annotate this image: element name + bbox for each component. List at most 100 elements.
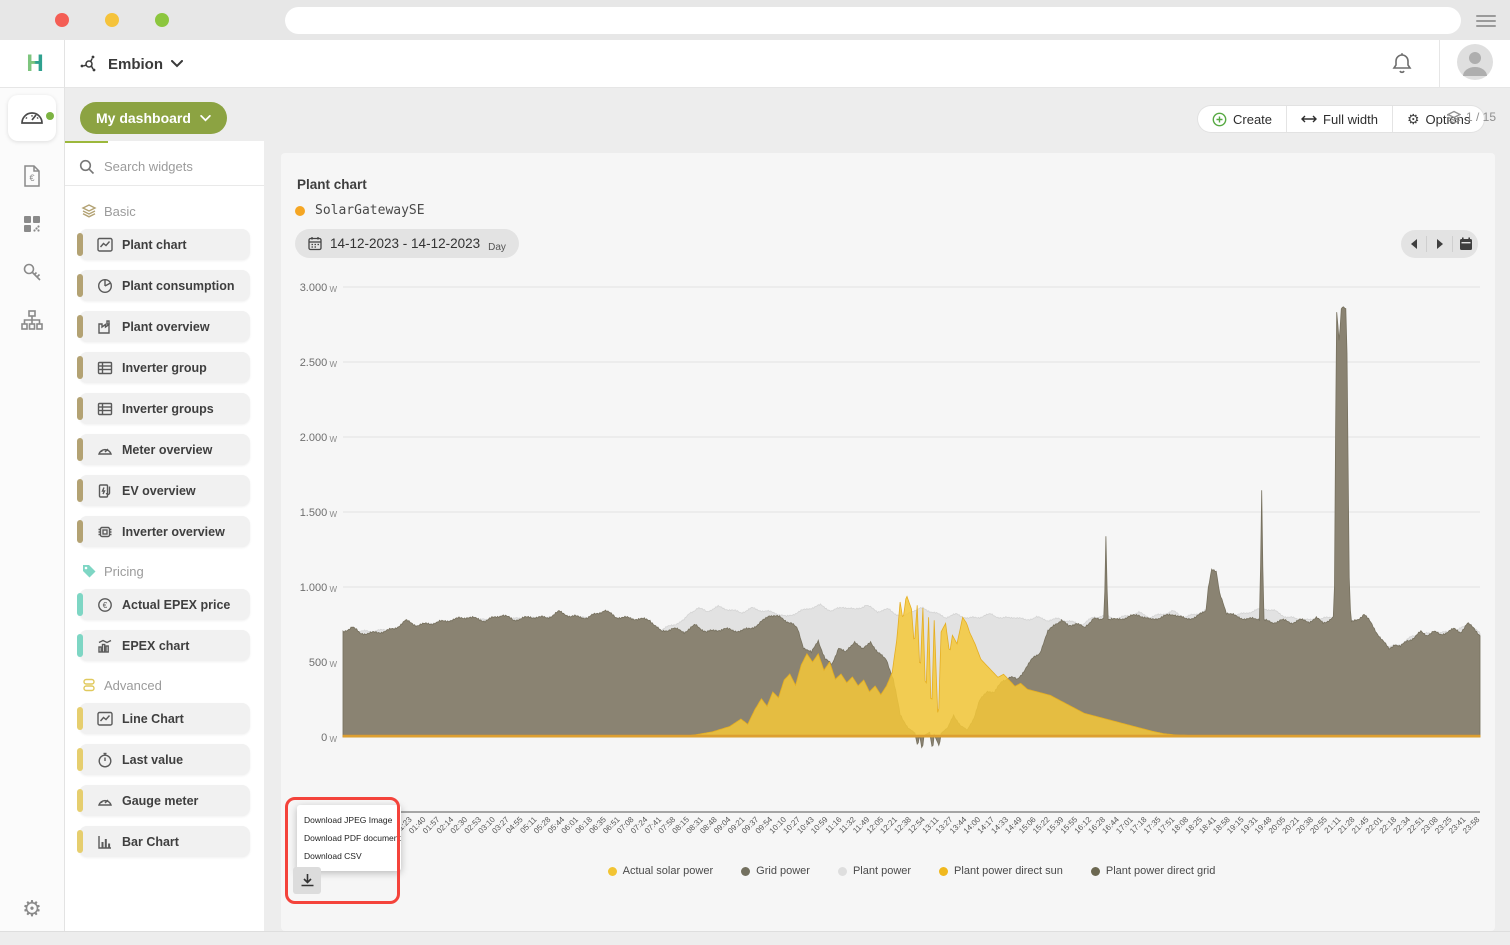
rail-item-widgets[interactable]: [0, 200, 64, 248]
legend-item-plant-power[interactable]: Plant power: [838, 865, 911, 877]
widget-card-gauge-meter[interactable]: Gauge meter: [79, 785, 250, 816]
legend-item-grid-power[interactable]: Grid power: [741, 865, 810, 877]
dashboard-pager[interactable]: 1 / 15: [1447, 110, 1496, 124]
create-button[interactable]: Create: [1198, 106, 1286, 132]
gear-icon: ⚙: [1407, 111, 1420, 128]
dashboard-actions: Create Full width ⚙ Options: [1198, 106, 1484, 132]
legend-label: Grid power: [756, 865, 810, 877]
card-accent: [77, 356, 83, 379]
legend-dot: [741, 867, 750, 876]
rail-item-settings[interactable]: ⚙: [0, 885, 64, 933]
prev-period-button[interactable]: [1401, 230, 1426, 258]
search-input[interactable]: [104, 159, 254, 174]
coin-icon: €: [97, 597, 113, 613]
calendar-icon: [308, 236, 322, 251]
date-range-picker[interactable]: 14-12-2023 - 14-12-2023 Day: [295, 229, 519, 258]
window-close-button[interactable]: [55, 13, 69, 27]
widget-search[interactable]: [65, 148, 264, 186]
rail-item-invoices[interactable]: €: [0, 152, 64, 200]
widget-card-label: Inverter overview: [122, 525, 225, 539]
legend-dot: [608, 867, 617, 876]
legend-item-plant-power-direct-grid[interactable]: Plant power direct grid: [1091, 865, 1215, 877]
calendar-filled-icon: [1459, 237, 1473, 251]
svg-text:€: €: [29, 173, 34, 183]
widget-card-ev-overview[interactable]: EV overview: [79, 475, 250, 506]
search-icon: [79, 159, 95, 175]
full-width-label: Full width: [1323, 112, 1378, 127]
app-header: H Embion: [0, 40, 1510, 88]
widget-card-label: EPEX chart: [122, 639, 189, 653]
legend-item-actual-solar-power[interactable]: Actual solar power: [608, 865, 714, 877]
chevron-down-icon: [171, 60, 183, 68]
browser-menu-icon[interactable]: [1476, 12, 1496, 28]
download-button[interactable]: [293, 867, 321, 894]
widget-card-bar-chart[interactable]: Bar Chart: [79, 826, 250, 857]
card-accent: [77, 634, 83, 657]
dashboard-gauge-icon[interactable]: [0, 94, 64, 142]
widget-card-line-chart[interactable]: Line Chart: [79, 703, 250, 734]
org-switcher[interactable]: Embion: [78, 50, 183, 78]
widget-card-label: Actual EPEX price: [122, 598, 230, 612]
legend-label: Plant power direct grid: [1106, 865, 1215, 877]
org-name: Embion: [108, 56, 163, 73]
svg-text:2.500 W: 2.500 W: [300, 357, 338, 369]
table-icon: [97, 401, 113, 417]
download-menu-item-download-jpeg-image[interactable]: Download JPEG Image: [297, 811, 401, 829]
widget-card-inverter-groups[interactable]: Inverter groups: [79, 393, 250, 424]
arrow-left-icon: [1410, 239, 1418, 249]
device-status-dot: [295, 206, 305, 216]
legend-dot: [838, 867, 847, 876]
legend-label: Plant power: [853, 865, 911, 877]
layers-icon: [1447, 110, 1461, 124]
widget-card-inverter-overview[interactable]: Inverter overview: [79, 516, 250, 547]
meter-icon: [97, 793, 113, 809]
card-accent: [77, 479, 83, 502]
network-icon: [78, 53, 100, 75]
download-menu: Download JPEG ImageDownload PDF document…: [297, 805, 401, 871]
section-header-pricing: Pricing: [81, 563, 264, 579]
widget-card-plant-chart[interactable]: Plant chart: [79, 229, 250, 260]
notifications-bell-icon[interactable]: [1391, 52, 1413, 76]
card-accent: [77, 830, 83, 853]
user-avatar[interactable]: [1456, 43, 1494, 86]
svg-text:3.000 W: 3.000 W: [300, 282, 338, 294]
plant-chart-canvas[interactable]: 3.000 W2.500 W2.000 W1.500 W1.000 W500 W…: [281, 153, 1495, 931]
calendar-picker-button[interactable]: [1453, 230, 1478, 258]
address-bar[interactable]: [285, 7, 1461, 34]
window-zoom-button[interactable]: [155, 13, 169, 27]
pager-label: 1 / 15: [1466, 110, 1496, 124]
widget-card-plant-consumption[interactable]: Plant consumption: [79, 270, 250, 301]
arrows-horizontal-icon: [1301, 114, 1317, 124]
dashboard-selector-button[interactable]: My dashboard: [80, 102, 227, 134]
line-chart-icon: [97, 711, 113, 727]
widget-card-actual-epex-price[interactable]: € Actual EPEX price: [79, 589, 250, 620]
card-accent: [77, 397, 83, 420]
full-width-button[interactable]: Full width: [1287, 106, 1392, 132]
svg-text:€: €: [103, 601, 108, 610]
widget-card-label: Plant consumption: [122, 279, 235, 293]
rail-item-hierarchy[interactable]: [0, 296, 64, 344]
next-period-button[interactable]: [1427, 230, 1452, 258]
download-menu-item-download-pdf-document[interactable]: Download PDF document: [297, 829, 401, 847]
app-logo[interactable]: H: [15, 43, 55, 83]
footer-divider: [0, 931, 1510, 932]
widget-card-plant-overview[interactable]: Plant overview: [79, 311, 250, 342]
widget-card-inverter-group[interactable]: Inverter group: [79, 352, 250, 383]
card-accent: [77, 233, 83, 256]
widget-card-label: Bar Chart: [122, 835, 179, 849]
widget-card-label: Plant overview: [122, 320, 210, 334]
widget-card-last-value[interactable]: Last value: [79, 744, 250, 775]
widget-card-label: Gauge meter: [122, 794, 198, 808]
download-menu-item-download-csv[interactable]: Download CSV: [297, 847, 401, 865]
window-minimize-button[interactable]: [105, 13, 119, 27]
stack-icon: [81, 677, 97, 693]
card-accent: [77, 593, 83, 616]
coins-chart-icon: [97, 638, 113, 654]
legend-item-plant-power-direct-sun[interactable]: Plant power direct sun: [939, 865, 1063, 877]
widget-card-label: Last value: [122, 753, 183, 767]
section-label: Pricing: [104, 564, 144, 579]
widget-card-meter-overview[interactable]: Meter overview: [79, 434, 250, 465]
widget-card-epex-chart[interactable]: EPEX chart: [79, 630, 250, 661]
rail-item-access-keys[interactable]: [0, 248, 64, 296]
date-nav-controls: [1401, 230, 1478, 258]
